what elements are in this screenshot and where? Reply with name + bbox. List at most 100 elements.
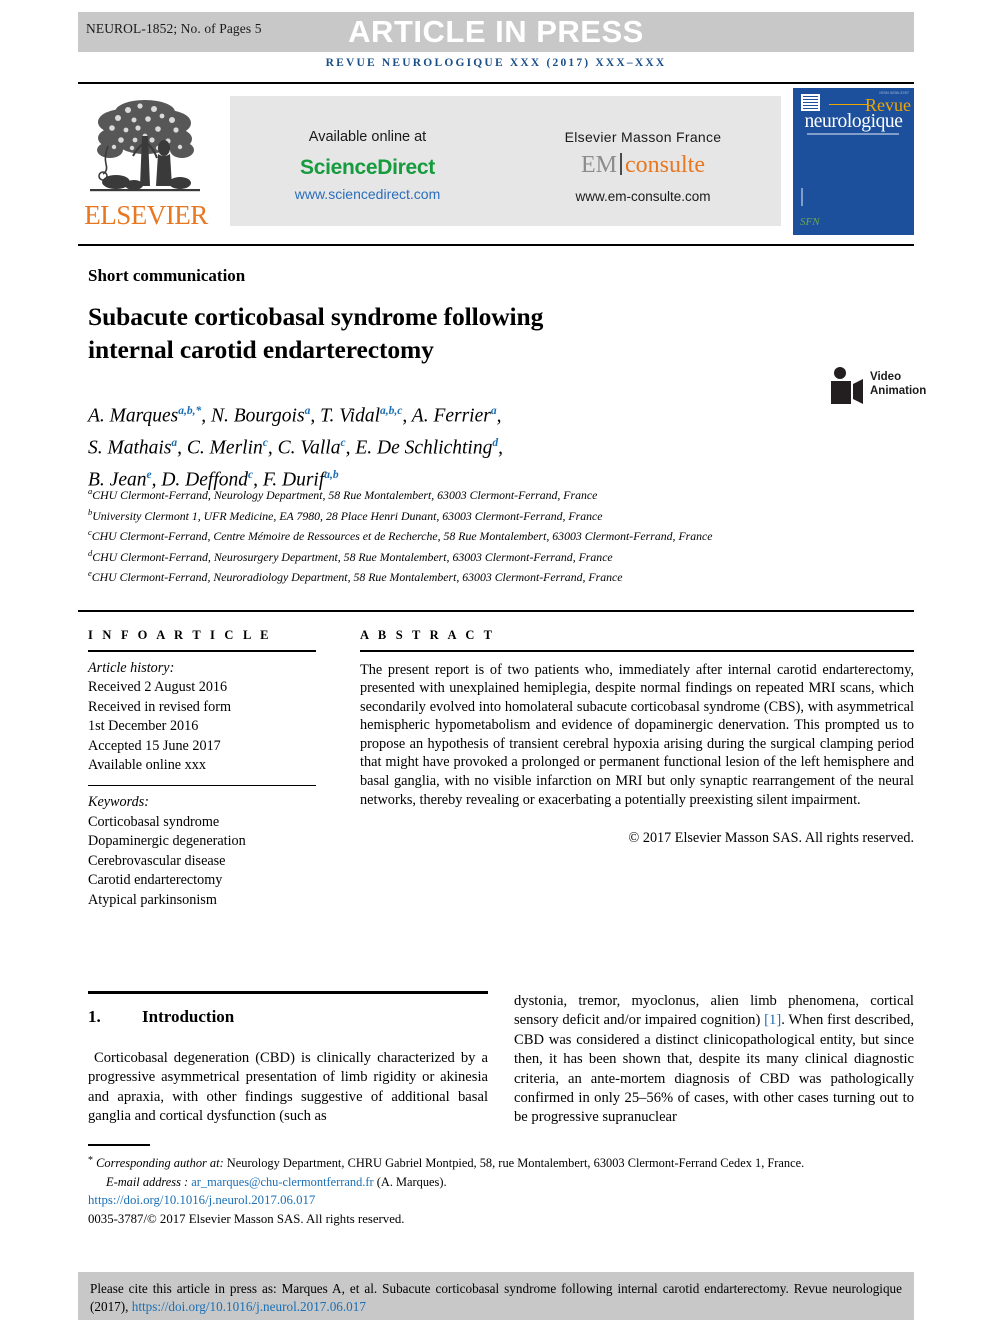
footnote-block: * Corresponding author at: Neurology Dep… (88, 1152, 914, 1228)
cover-neurologique-title: neurologique (804, 111, 903, 132)
sciencedirect-block: Available online at ScienceDirect www.sc… (230, 96, 505, 226)
author-affiliation-marker: a,b,c (380, 405, 403, 417)
article-history-item: Received 2 August 2016 (88, 679, 228, 696)
article-in-press-banner: NEUROL-1852; No. of Pages 5 ARTICLE IN P… (78, 12, 914, 52)
affiliation-item: eCHU Clermont-Ferrand, Neuroradiology De… (88, 565, 914, 586)
cite-doi-link[interactable]: https://doi.org/10.1016/j.neurol.2017.06… (132, 1299, 366, 1314)
author-affiliation-marker: c (262, 437, 268, 449)
elsevier-tree-icon (90, 100, 200, 192)
author-list: A. Marquesa,b,*, N. Bourgoisa, T. Vidala… (88, 405, 503, 491)
author-name: T. Vidal (320, 405, 381, 427)
corresponding-author-marker: * (88, 1155, 93, 1166)
cover-rule (829, 104, 867, 105)
keywords-block: Keywords: Corticobasal syndrome Dopaminer… (88, 786, 316, 911)
article-type-label: Short communication (88, 266, 246, 285)
keywords-label: Keywords: (88, 794, 149, 811)
sciencedirect-url[interactable]: www.sciencedirect.com (230, 186, 505, 202)
footnote-rule (88, 1144, 150, 1146)
section-number: 1. (88, 1007, 101, 1026)
affiliation-item: bUniversity Clermont 1, UFR Medicine, EA… (88, 504, 914, 525)
article-history-block: Article history: Received 2 August 2016 R… (88, 652, 316, 777)
abstract-heading: A B S T R A C T (360, 628, 496, 642)
author-name: S. Mathais (88, 437, 172, 459)
emconsulte-block: Elsevier Masson France EM consulte www.em… (505, 96, 781, 226)
author-affiliation-marker: a (490, 405, 497, 417)
em-prefix: EM (581, 152, 617, 178)
article-history-item: Received in revised form (88, 698, 232, 715)
masthead-divider (78, 244, 914, 246)
em-suffix: consulte (625, 152, 705, 178)
affiliation-text: CHU Clermont-Ferrand, Neurosurgery Depar… (92, 549, 613, 564)
affiliation-item: aCHU Clermont-Ferrand, Neurology Departm… (88, 483, 914, 504)
email-link[interactable]: ar_marques@chu-clermontferrand.fr (191, 1175, 373, 1189)
author-affiliation-marker: a (304, 405, 311, 417)
author-affiliation-marker: a (171, 437, 178, 449)
page-title-line-1: Subacute corticobasal syndrome following (88, 302, 544, 331)
intro-paragraph-right: dystonia, tremor, myoclonus, alien limb … (514, 992, 914, 1128)
body-column-left: 1. Introduction Corticobasal degeneration… (88, 1000, 488, 1127)
author-affiliation-marker: d (492, 437, 499, 449)
introduction-rule (88, 991, 488, 994)
citation-link-1[interactable]: [1] (764, 1012, 781, 1028)
journal-cover-thumbnail: ISSN 0035-3787 Revue neurologique SFN (793, 88, 914, 235)
corresponding-author-address: Neurology Department, CHRU Gabriel Montp… (223, 1156, 805, 1170)
article-history-label: Article history: (88, 659, 175, 676)
author-affiliation-marker: c (340, 437, 346, 449)
article-history-items: Received 2 August 2016 Received in revise… (88, 678, 316, 776)
cover-publisher-icon (801, 94, 820, 111)
author-name: E. De Schlichting (355, 437, 493, 459)
author-affiliation-marker: a,b (324, 469, 339, 481)
keyword-item: Corticobasal syndrome (88, 813, 220, 830)
keyword-item: Dopaminergic degeneration (88, 833, 246, 850)
article-page: NEUROL-1852; No. of Pages 5 ARTICLE IN P… (0, 0, 992, 1323)
abstract-column: A B S T R A C T The present report is of… (360, 628, 914, 847)
cover-subtitle-rule (807, 133, 899, 135)
body-column-right: dystonia, tremor, myoclonus, alien limb … (514, 992, 914, 1128)
video-animation-label: Video Animation (870, 370, 926, 398)
issn-copyright-line: 0035-3787/© 2017 Elsevier Masson SAS. Al… (88, 1211, 405, 1226)
available-online-label: Available online at (308, 129, 427, 145)
intro-right-part-2: . When first described, CBD was consider… (514, 1012, 915, 1126)
page-title: Subacute corticobasal syndrome following… (88, 300, 788, 366)
affiliation-list: aCHU Clermont-Ferrand, Neurology Departm… (88, 483, 914, 586)
section-heading-introduction: 1. Introduction (88, 1000, 488, 1027)
email-label: E-mail address : (106, 1175, 189, 1190)
cover-sidebar-rule (801, 188, 803, 206)
doi-link[interactable]: https://doi.org/10.1016/j.neurol.2017.06… (88, 1192, 914, 1209)
abstract-text: The present report is of two patients wh… (360, 661, 914, 808)
author-name: A. Marques (88, 405, 179, 427)
article-info-column: I N F O A R T I C L E Article history: R… (88, 628, 316, 911)
video-label-line-1: Video (870, 371, 902, 383)
keyword-item: Carotid endarterectomy (88, 872, 223, 889)
sciencedirect-logo: ScienceDirect (299, 156, 435, 179)
running-head: REVUE NEUROLOGIQUE XXX (2017) XXX–XXX (325, 57, 667, 69)
affiliation-text: University Clermont 1, UFR Medicine, EA … (92, 508, 603, 523)
email-note: E-mail address : ar_marques@chu-clermont… (88, 1174, 914, 1191)
info-article-heading: I N F O A R T I C L E (88, 628, 272, 642)
intro-paragraph-left: Corticobasal degeneration (CBD) is clini… (88, 1050, 488, 1125)
corresponding-author-label: Corresponding author at: (96, 1156, 224, 1170)
please-cite-box: Please cite this article in press as: Ma… (78, 1272, 914, 1320)
header-divider-top (78, 82, 914, 84)
keywords-items: Corticobasal syndrome Dopaminergic degene… (88, 813, 316, 911)
em-divider-bar (620, 153, 622, 175)
keyword-item: Cerebrovascular disease (88, 852, 226, 869)
emconsulte-logo: EM consulte (505, 152, 781, 179)
affiliation-text: CHU Clermont-Ferrand, Centre Mémoire de … (91, 528, 713, 543)
journal-masthead: ELSEVIER Available online at ScienceDire… (78, 88, 914, 235)
emconsulte-url[interactable]: www.em-consulte.com (505, 189, 781, 204)
author-affiliation-marker: a,b,* (178, 405, 202, 417)
affiliation-item: dCHU Clermont-Ferrand, Neurosurgery Depa… (88, 545, 914, 566)
page-title-line-2: internal carotid endarterectomy (88, 335, 434, 364)
elsevier-wordmark: ELSEVIER (84, 200, 208, 230)
author-affiliation-marker: c (248, 469, 254, 481)
elsevier-masson-label: Elsevier Masson France (564, 129, 722, 145)
author-affiliation-marker: e (146, 469, 152, 481)
section-title: Introduction (142, 1007, 235, 1026)
affiliation-item: cCHU Clermont-Ferrand, Centre Mémoire de… (88, 524, 914, 545)
online-availability-box: Available online at ScienceDirect www.sc… (230, 96, 781, 226)
cover-society-logo: SFN (800, 216, 820, 228)
article-history-item: Available online xxx (88, 757, 206, 774)
video-animation-badge[interactable]: Video Animation (828, 366, 926, 408)
author-name: C. Valla (277, 437, 341, 459)
